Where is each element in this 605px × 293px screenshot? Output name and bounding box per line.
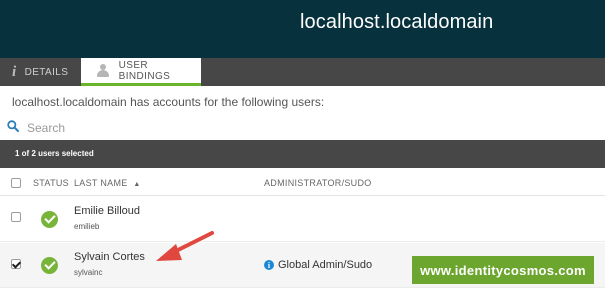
info-italic-icon: i [12, 63, 17, 80]
accounts-description: localhost.localdomain has accounts for t… [12, 95, 325, 109]
user-login: sylvainc [74, 268, 103, 277]
status-ok-icon [41, 257, 58, 274]
tab-user-bindings[interactable]: USER BINDINGS [81, 58, 201, 86]
app-header: localhost.localdomain [0, 0, 605, 58]
admin-sudo-cell: i Global Admin/Sudo [264, 259, 372, 271]
user-icon [95, 64, 111, 77]
table-header: STATUS LAST NAME ▲ ADMINISTRATOR/SUDO [0, 168, 605, 196]
tab-user-bindings-label: USER BINDINGS [118, 59, 171, 82]
user-login: emilieb [74, 222, 100, 231]
selection-bar: 1 of 2 users selected [0, 140, 605, 168]
column-last-name-label: LAST NAME [74, 178, 128, 188]
red-arrow-annotation [156, 231, 214, 261]
tab-bar: i DETAILS USER BINDINGS [0, 58, 605, 86]
user-full-name: Sylvain Cortes [74, 251, 145, 263]
search-input[interactable] [27, 119, 327, 137]
host-title: localhost.localdomain [300, 11, 494, 33]
sort-ascending-icon: ▲ [133, 181, 141, 188]
search-icon [7, 120, 19, 132]
user-full-name: Emilie Billoud [74, 205, 141, 217]
tab-details[interactable]: i DETAILS [0, 58, 80, 86]
column-status[interactable]: STATUS [33, 178, 69, 188]
column-admin-sudo[interactable]: ADMINISTRATOR/SUDO [264, 178, 372, 188]
info-icon: i [264, 260, 274, 270]
row-checkbox[interactable] [11, 212, 21, 222]
selection-count: 1 of 2 users selected [15, 149, 94, 158]
column-last-name[interactable]: LAST NAME ▲ [74, 178, 141, 188]
admin-role-label: Global Admin/Sudo [278, 259, 373, 271]
watermark-text: www.identitycosmos.com [420, 262, 586, 278]
row-checkbox[interactable] [11, 259, 21, 269]
table-row[interactable]: Emilie Billoud emilieb [0, 197, 605, 242]
watermark-banner: www.identitycosmos.com [412, 256, 594, 284]
tab-details-label: DETAILS [24, 66, 69, 78]
status-ok-icon [41, 211, 58, 228]
select-all-checkbox[interactable] [11, 178, 21, 188]
search-bar [0, 117, 605, 139]
